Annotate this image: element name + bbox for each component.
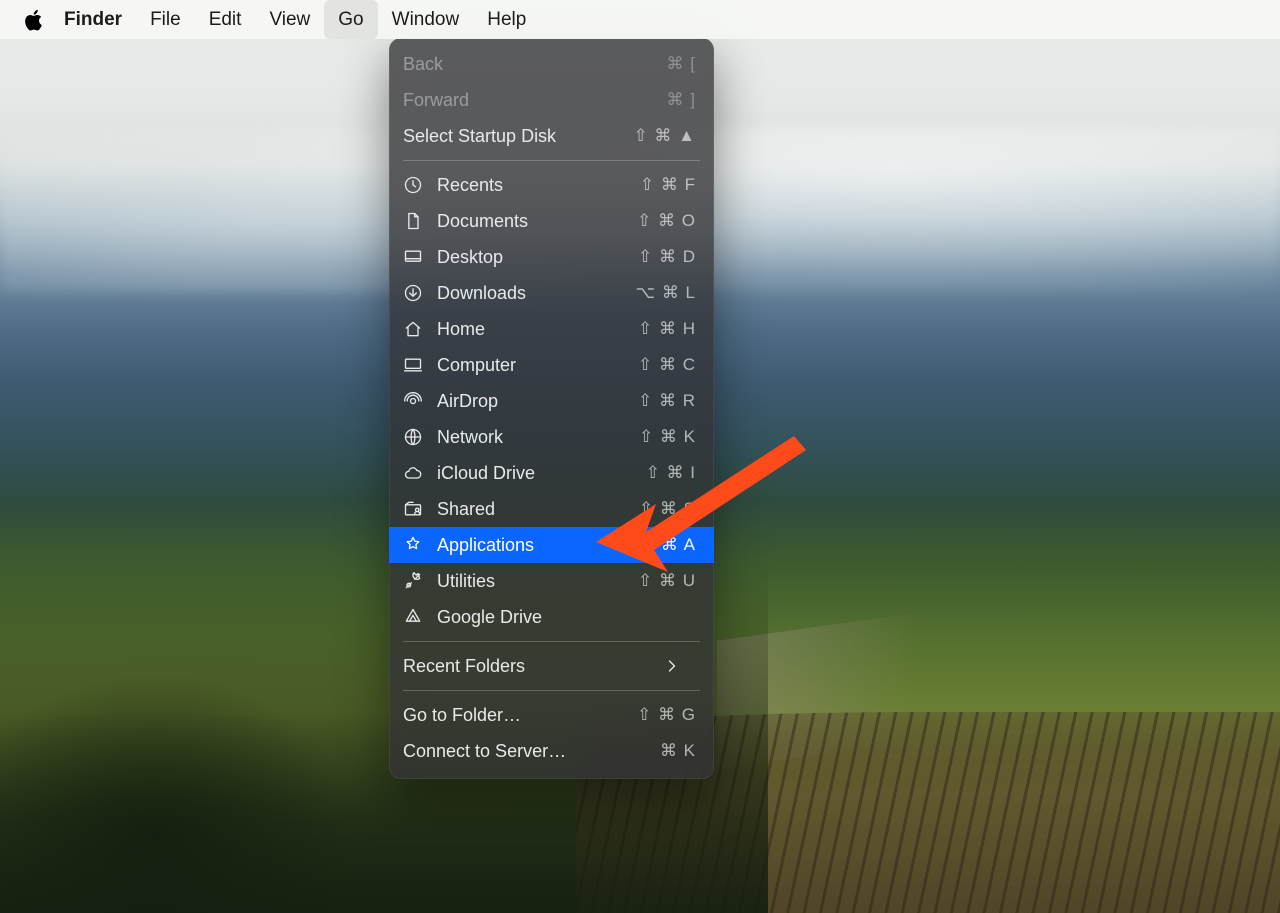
menubar-item-go[interactable]: Go bbox=[324, 0, 377, 39]
menu-item-label: Desktop bbox=[437, 247, 638, 268]
menu-item-label: Network bbox=[437, 427, 639, 448]
menu-item-desktop[interactable]: Desktop⇧ ⌘ D bbox=[389, 239, 714, 275]
shared-icon bbox=[403, 499, 423, 519]
menu-item-shortcut: ⇧ ⌘ D bbox=[638, 247, 696, 267]
menu-item-label: Back bbox=[403, 54, 667, 75]
menu-item-shortcut: ⇧ ⌘ H bbox=[638, 319, 696, 339]
menu-item-downloads[interactable]: Downloads⌥ ⌘ L bbox=[389, 275, 714, 311]
googledrive-icon bbox=[403, 607, 423, 627]
download-icon bbox=[403, 283, 423, 303]
menu-item-computer[interactable]: Computer⇧ ⌘ C bbox=[389, 347, 714, 383]
utilities-icon bbox=[403, 571, 423, 591]
menu-item-label: Recents bbox=[437, 175, 640, 196]
menu-item-label: Go to Folder… bbox=[403, 705, 637, 726]
menu-item-recent-folders[interactable]: Recent Folders bbox=[389, 648, 714, 684]
menu-item-shortcut: ⇧ ⌘ F bbox=[640, 175, 696, 195]
clock-icon bbox=[403, 175, 423, 195]
menu-item-label: Computer bbox=[437, 355, 638, 376]
menu-item-shortcut: ⌘ K bbox=[660, 741, 696, 761]
home-icon bbox=[403, 319, 423, 339]
menu-item-shortcut: ⇧ ⌘ O bbox=[637, 211, 696, 231]
menu-item-go-to-folder[interactable]: Go to Folder…⇧ ⌘ G bbox=[389, 697, 714, 733]
menu-item-applications[interactable]: Applications⇧ ⌘ A bbox=[389, 527, 714, 563]
menu-item-label: Recent Folders bbox=[403, 656, 696, 677]
menu-item-shortcut: ⌥ ⌘ L bbox=[636, 283, 697, 303]
menu-item-label: Applications bbox=[437, 535, 640, 556]
cloud-icon bbox=[403, 463, 423, 483]
menu-divider bbox=[403, 160, 700, 161]
menu-item-label: Google Drive bbox=[437, 607, 696, 628]
menu-item-shortcut: ⇧ ⌘ ▲ bbox=[633, 126, 696, 146]
menu-item-label: Home bbox=[437, 319, 638, 340]
menu-item-shortcut: ⇧ ⌘ C bbox=[638, 355, 696, 375]
menubar-item-view[interactable]: View bbox=[255, 0, 324, 39]
menu-item-label: Documents bbox=[437, 211, 637, 232]
applications-icon bbox=[403, 535, 423, 555]
menu-item-google-drive[interactable]: Google Drive bbox=[389, 599, 714, 635]
menu-item-label: iCloud Drive bbox=[437, 463, 646, 484]
menu-item-shortcut: ⇧ ⌘ I bbox=[646, 463, 696, 483]
menu-divider bbox=[403, 641, 700, 642]
menu-item-recents[interactable]: Recents⇧ ⌘ F bbox=[389, 167, 714, 203]
desktop-icon bbox=[403, 247, 423, 267]
menu-divider bbox=[403, 690, 700, 691]
menu-item-documents[interactable]: Documents⇧ ⌘ O bbox=[389, 203, 714, 239]
menubar-item-file[interactable]: File bbox=[136, 0, 195, 39]
chevron-right-icon bbox=[662, 656, 682, 676]
menu-item-label: Shared bbox=[437, 499, 639, 520]
menu-item-forward: Forward⌘ ] bbox=[389, 82, 714, 118]
menu-item-shortcut: ⌘ ] bbox=[667, 90, 696, 110]
menubar-item-window[interactable]: Window bbox=[378, 0, 474, 39]
menu-item-label: Utilities bbox=[437, 571, 638, 592]
menu-item-shortcut: ⇧ ⌘ R bbox=[638, 391, 696, 411]
menu-item-shortcut: ⌘ [ bbox=[667, 54, 696, 74]
menu-item-label: Forward bbox=[403, 90, 667, 111]
menubar-item-edit[interactable]: Edit bbox=[195, 0, 256, 39]
menu-item-label: Connect to Server… bbox=[403, 741, 660, 762]
menu-item-shortcut: ⇧ ⌘ U bbox=[638, 571, 696, 591]
menu-item-label: Downloads bbox=[437, 283, 636, 304]
network-icon bbox=[403, 427, 423, 447]
menu-item-home[interactable]: Home⇧ ⌘ H bbox=[389, 311, 714, 347]
menu-item-shortcut: ⇧ ⌘ S bbox=[639, 499, 696, 519]
menu-item-connect-to-server[interactable]: Connect to Server…⌘ K bbox=[389, 733, 714, 769]
menu-item-label: AirDrop bbox=[437, 391, 638, 412]
airdrop-icon bbox=[403, 391, 423, 411]
menu-item-back: Back⌘ [ bbox=[389, 46, 714, 82]
menu-item-utilities[interactable]: Utilities⇧ ⌘ U bbox=[389, 563, 714, 599]
menubar-item-help[interactable]: Help bbox=[473, 0, 540, 39]
menu-item-shortcut: ⇧ ⌘ G bbox=[637, 705, 696, 725]
menu-item-network[interactable]: Network⇧ ⌘ K bbox=[389, 419, 714, 455]
menubar: Finder FileEditViewGoWindowHelp bbox=[0, 0, 1280, 39]
menu-item-label: Select Startup Disk bbox=[403, 126, 633, 147]
menu-item-icloud-drive[interactable]: iCloud Drive⇧ ⌘ I bbox=[389, 455, 714, 491]
document-icon bbox=[403, 211, 423, 231]
menu-item-airdrop[interactable]: AirDrop⇧ ⌘ R bbox=[389, 383, 714, 419]
menu-item-shared[interactable]: Shared⇧ ⌘ S bbox=[389, 491, 714, 527]
menubar-app-name[interactable]: Finder bbox=[64, 0, 136, 39]
go-menu-dropdown: Back⌘ [Forward⌘ ]Select Startup Disk⇧ ⌘ … bbox=[389, 38, 714, 779]
computer-icon bbox=[403, 355, 423, 375]
menu-item-shortcut: ⇧ ⌘ A bbox=[640, 535, 696, 555]
apple-menu-icon[interactable] bbox=[24, 9, 46, 31]
menu-item-shortcut: ⇧ ⌘ K bbox=[639, 427, 696, 447]
menu-item-select-startup-disk[interactable]: Select Startup Disk⇧ ⌘ ▲ bbox=[389, 118, 714, 154]
